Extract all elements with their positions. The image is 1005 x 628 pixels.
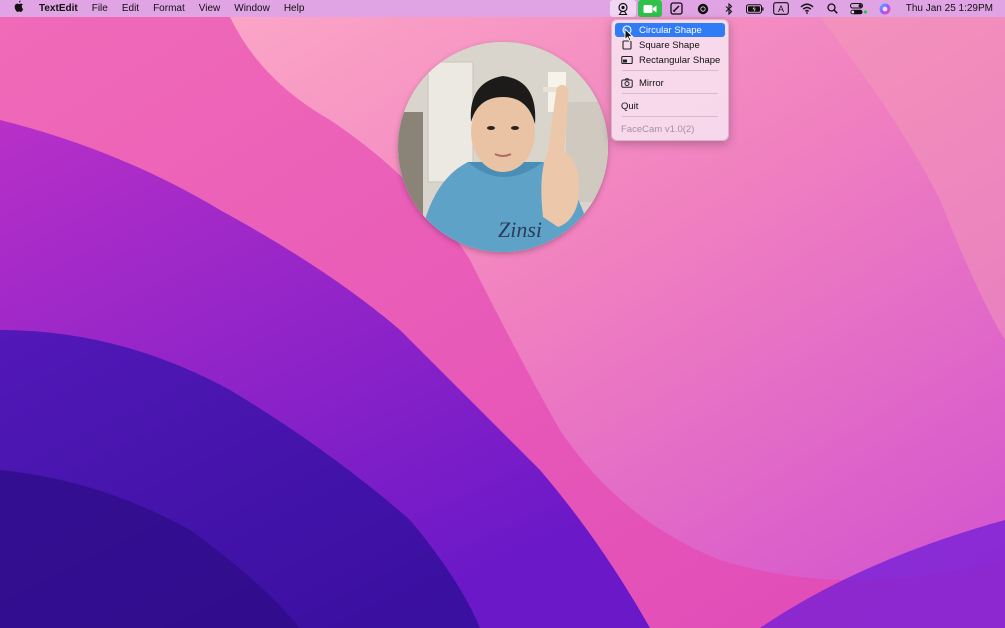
mouse-pointer-icon [624, 27, 634, 47]
facecam-icon[interactable] [609, 0, 636, 17]
menu-format[interactable]: Format [146, 0, 192, 17]
menu-help[interactable]: Help [277, 0, 312, 17]
menu-separator [622, 116, 718, 117]
input-source-icon[interactable]: A [768, 0, 794, 17]
control-center-icon[interactable] [846, 0, 872, 17]
menu-separator [622, 70, 718, 71]
menu-item-quit[interactable]: Quit [615, 99, 725, 113]
facetime-icon[interactable] [637, 0, 662, 17]
svg-text:Zinsi: Zinsi [498, 217, 542, 242]
menu-item-version: FaceCam v1.0(2) [615, 122, 725, 136]
menu-item-label: Square Shape [639, 39, 700, 51]
siri-icon[interactable] [872, 0, 898, 17]
menu-bar-clock[interactable]: Thu Jan 25 1:29PM [898, 0, 1005, 17]
record-icon[interactable] [690, 0, 716, 17]
menu-item-rectangular-shape[interactable]: Rectangular Shape [615, 53, 725, 67]
facecam-circular-window[interactable]: Zinsi [398, 42, 608, 252]
wifi-icon[interactable] [794, 0, 820, 17]
search-icon[interactable] [820, 0, 846, 17]
menu-item-label: Circular Shape [639, 24, 702, 36]
input-source-label: A [778, 4, 784, 14]
camera-icon [620, 76, 634, 90]
app-menu-textedit[interactable]: TextEdit [32, 0, 85, 17]
webcam-feed-image: Zinsi [398, 42, 608, 252]
menu-item-mirror[interactable]: Mirror [615, 76, 725, 90]
menu-item-label: Quit [621, 100, 639, 112]
battery-icon[interactable] [742, 0, 768, 17]
menu-window[interactable]: Window [227, 0, 277, 17]
bluetooth-icon[interactable] [716, 0, 742, 17]
apple-menu-icon[interactable] [0, 0, 32, 17]
menu-item-label: FaceCam v1.0(2) [621, 123, 695, 135]
rectangle-shape-icon [620, 53, 634, 67]
menu-edit[interactable]: Edit [115, 0, 146, 17]
screen-note-icon[interactable] [664, 0, 690, 17]
menu-view[interactable]: View [192, 0, 228, 17]
menu-bar: TextEdit File Edit Format View Window He… [0, 0, 1005, 17]
menu-item-label: Rectangular Shape [639, 54, 721, 66]
menu-item-label: Mirror [639, 77, 664, 89]
menu-separator [622, 93, 718, 94]
menu-file[interactable]: File [85, 0, 115, 17]
